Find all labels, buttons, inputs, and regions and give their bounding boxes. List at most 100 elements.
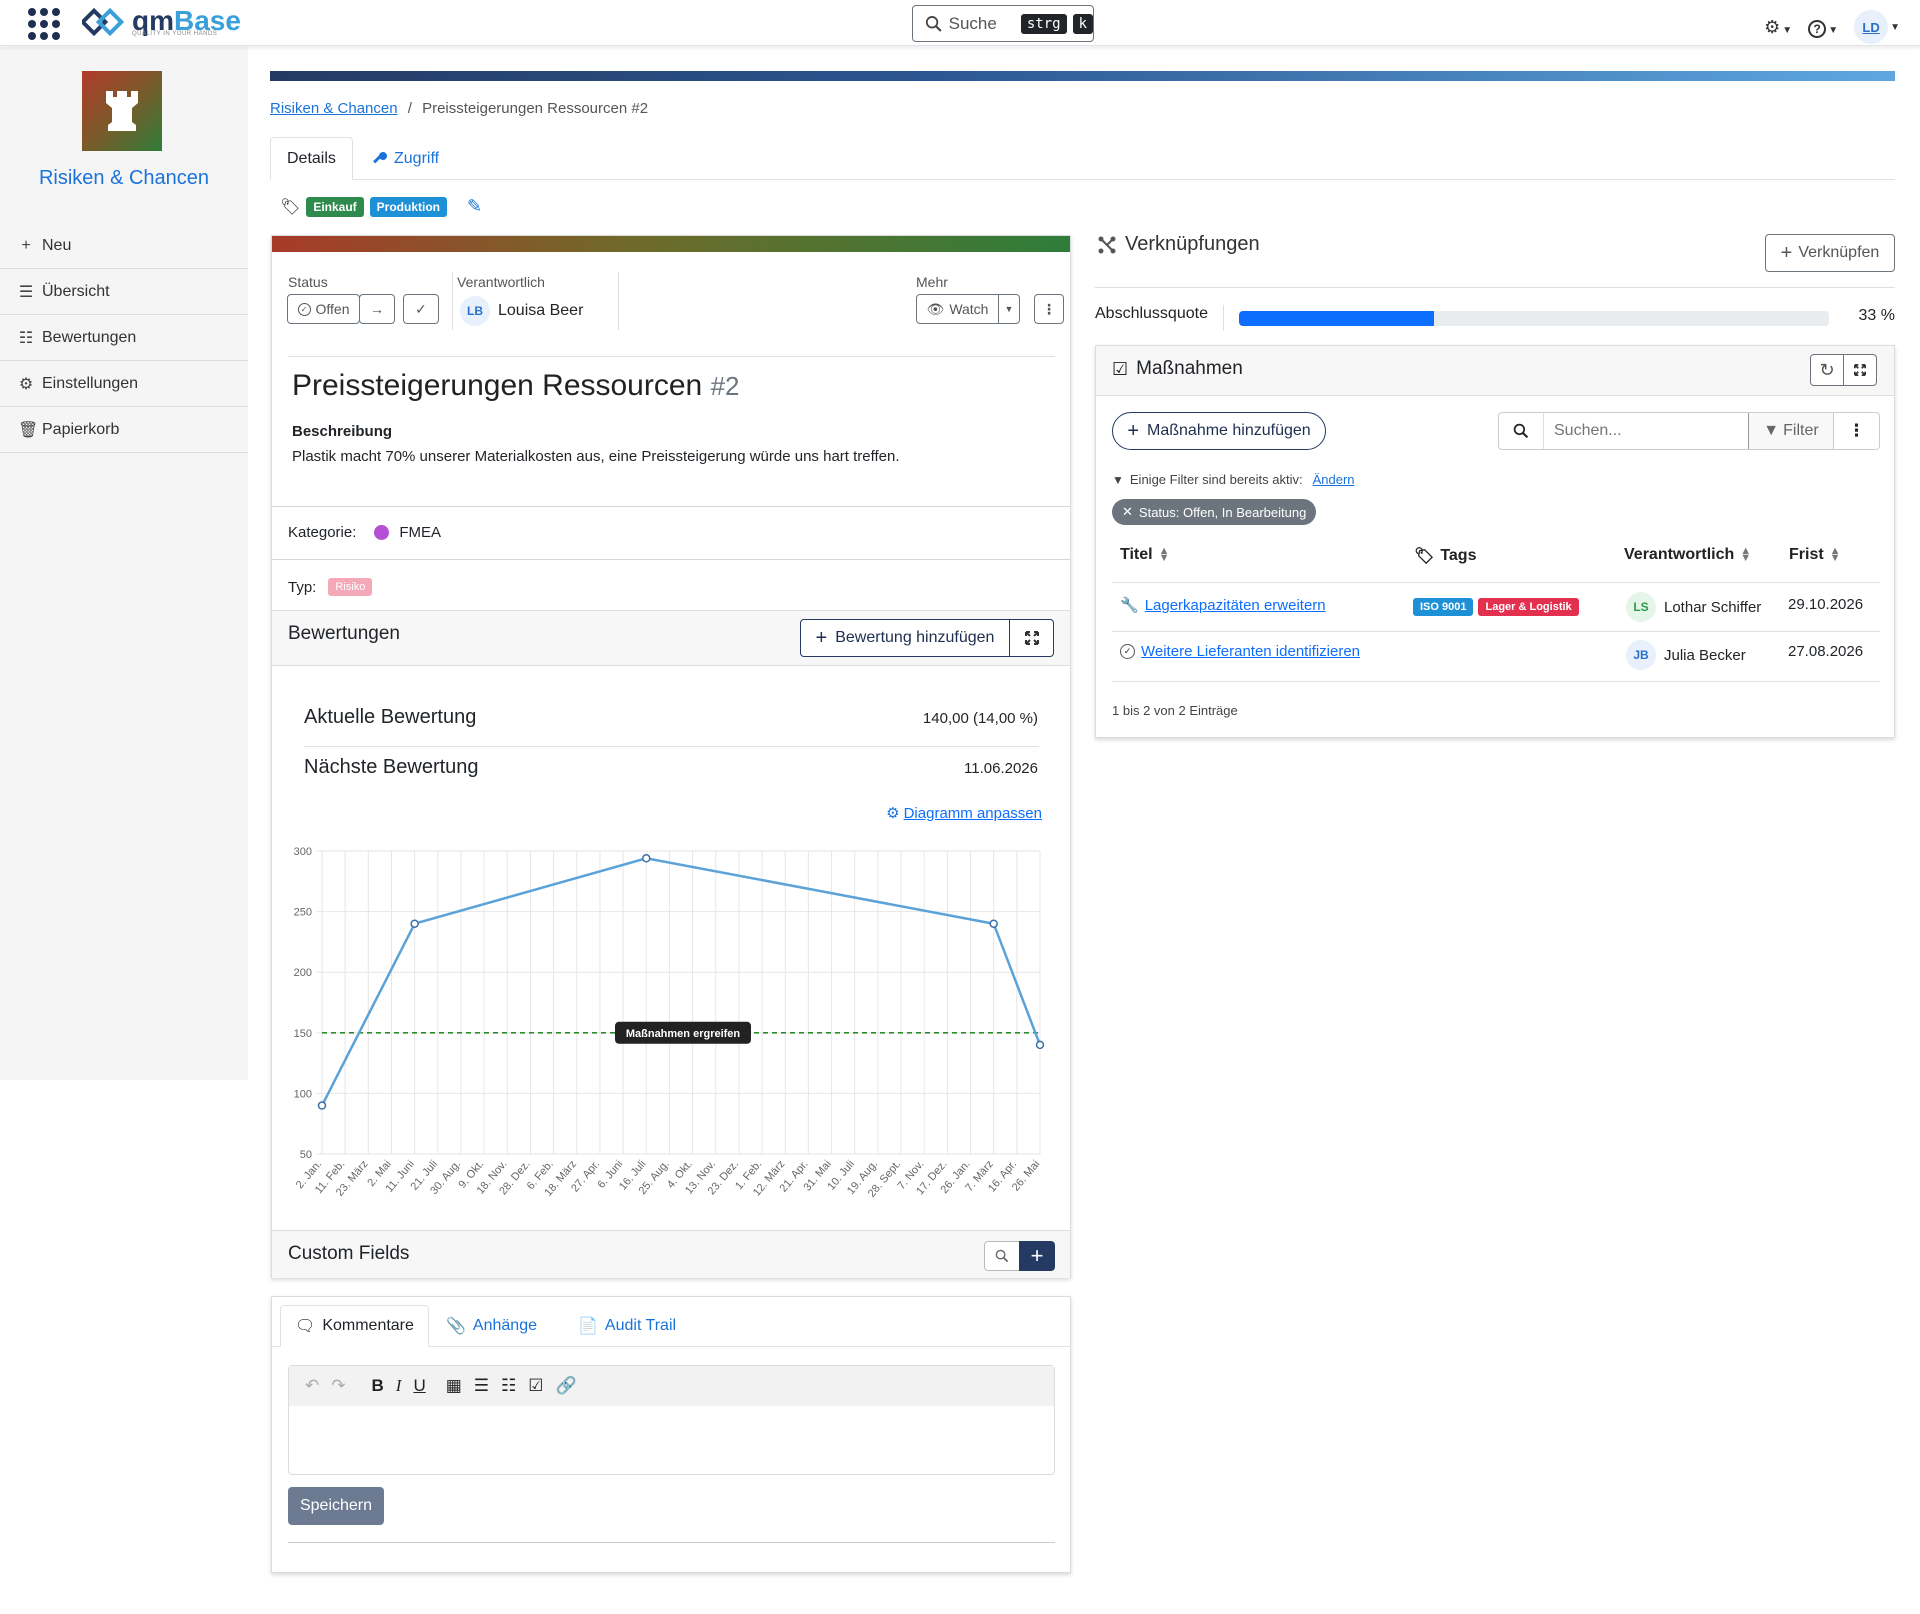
divider <box>272 559 1070 560</box>
tab-details[interactable]: Details <box>270 137 353 180</box>
tab-kommentare[interactable]: 🗨 Kommentare <box>280 1305 429 1347</box>
edit-tags-pencil-icon[interactable]: ✎ <box>467 196 482 217</box>
abschlussquote-label: Abschlussquote <box>1095 305 1208 322</box>
add-massnahme-button[interactable]: + Maßnahme hinzufügen <box>1112 412 1326 450</box>
breadcrumb-separator: / <box>407 100 412 117</box>
add-bewertung-button[interactable]: + Bewertung hinzufügen <box>800 619 1010 657</box>
breadcrumb-parent-link[interactable]: Risiken & Chancen <box>270 100 398 117</box>
refresh-button[interactable]: ↻ <box>1810 354 1844 386</box>
bold-icon[interactable]: B <box>372 1376 384 1396</box>
table-icon[interactable]: ▦ <box>446 1376 462 1396</box>
tab-zugriff[interactable]: Zugriff <box>356 137 455 180</box>
active-filter-chip[interactable]: ✕ Status: Offen, In Bearbeitung <box>1112 499 1317 525</box>
italic-icon[interactable]: I <box>396 1376 402 1396</box>
mehr-label: Mehr <box>916 274 948 290</box>
file-icon: 📄 <box>578 1318 598 1335</box>
sidebar-item-neu[interactable]: + Neu <box>0 223 248 269</box>
sidebar: Risiken & Chancen + Neu ☰ Übersicht ☷ Bewer… <box>0 47 248 1080</box>
massnahme-title-link[interactable]: Lagerkapazitäten erweitern <box>1145 597 1326 614</box>
undo-icon[interactable]: ↶ <box>305 1376 319 1396</box>
verknuepfungen-heading: Verknüpfungen <box>1125 233 1260 255</box>
filter-icon: ▼ <box>1763 422 1780 439</box>
beschreibung-label: Beschreibung <box>292 423 393 440</box>
sidebar-item-uebersicht[interactable]: ☰ Übersicht <box>0 269 248 315</box>
tab-anhaenge[interactable]: 📎 Anhänge <box>432 1305 551 1347</box>
sidebar-item-einstellungen[interactable]: ⚙ Einstellungen <box>0 361 248 407</box>
vertical-divider <box>1223 305 1224 331</box>
row-tags: ISO 9001 Lager & Logistik <box>1413 598 1579 616</box>
comment-text-area[interactable] <box>289 1406 1054 1474</box>
more-options-button[interactable]: ⋮ <box>1034 294 1064 324</box>
status-complete-button[interactable]: ✓ <box>403 294 439 324</box>
status-next-button[interactable]: → <box>359 294 395 324</box>
link-icon[interactable]: 🔗 <box>556 1376 577 1396</box>
massnahmen-search-input[interactable] <box>1544 413 1748 449</box>
massnahme-title-link[interactable]: Weitere Lieferanten identifizieren <box>1141 643 1360 660</box>
filter-change-link[interactable]: Ändern <box>1313 472 1355 487</box>
list-ordered-icon: ☷ <box>18 329 34 347</box>
global-search[interactable]: Suche strg k <box>912 5 1094 42</box>
diagramm-anpassen-text: Diagramm anpassen <box>903 804 1042 822</box>
search-icon <box>995 1249 1009 1263</box>
row-verantwortlich[interactable]: LS Lothar Schiffer <box>1626 592 1761 622</box>
card-color-bar <box>272 236 1070 252</box>
save-button[interactable]: Speichern <box>288 1487 384 1525</box>
avatar: LS <box>1626 592 1656 622</box>
redo-icon[interactable]: ↷ <box>331 1376 345 1396</box>
watch-dropdown-toggle[interactable]: ▼ <box>998 294 1020 324</box>
expand-button[interactable] <box>1009 619 1054 657</box>
checklist-icon[interactable]: ☑ <box>528 1376 543 1396</box>
caret-down-icon: ▼ <box>1782 24 1793 36</box>
tag-iso-9001[interactable]: ISO 9001 <box>1413 598 1474 616</box>
bullet-list-icon[interactable]: ☰ <box>474 1376 489 1396</box>
status-offen-button[interactable]: ✓ Offen <box>287 294 360 324</box>
app-grid-icon[interactable] <box>28 8 60 40</box>
divider <box>1112 631 1880 632</box>
user-menu[interactable]: LD ▼ <box>1854 10 1900 44</box>
col-frist[interactable]: Frist ▲ ▼ <box>1789 546 1841 564</box>
qmbase-logo[interactable]: qmBase QUALITY IN YOUR HANDS <box>82 6 241 40</box>
add-bewertung-label: Bewertung hinzufügen <box>835 629 995 646</box>
editor-toolbar: ↶ ↷ B I U ▦ ☰ ☷ ☑ 🔗 <box>289 1366 1054 1406</box>
tag-einkauf[interactable]: Einkauf <box>306 196 364 217</box>
comment-editor: ↶ ↷ B I U ▦ ☰ ☷ ☑ 🔗 <box>288 1365 1055 1475</box>
settings-menu[interactable]: ⚙ ▼ <box>1764 17 1792 38</box>
custom-fields-search-button[interactable] <box>984 1241 1020 1271</box>
gear-icon: ⚙ <box>886 805 900 822</box>
custom-fields-add-button[interactable]: + <box>1019 1241 1055 1271</box>
sidebar-item-bewertungen[interactable]: ☷ Bewertungen <box>0 315 248 361</box>
typ-badge: Risiko <box>328 578 373 596</box>
status-value: Offen <box>315 301 350 317</box>
help-menu[interactable]: ? ▼ <box>1808 17 1838 38</box>
row-verantwortlich[interactable]: JB Julia Becker <box>1626 640 1746 670</box>
tab-audit-label: Audit Trail <box>604 1317 677 1334</box>
table-row: ✓ Weitere Lieferanten identifizieren <box>1120 643 1360 660</box>
numbered-list-icon[interactable]: ☷ <box>501 1376 516 1396</box>
data-point <box>317 1101 327 1110</box>
help-icon: ? <box>1808 19 1827 38</box>
filter-button[interactable]: ▼ Filter <box>1748 413 1834 449</box>
y-tick-label: 250 <box>294 907 312 919</box>
comments-card: 🗨 Kommentare 📎 Anhänge 📄 Audit Trail ↶ ↷ B … <box>271 1296 1071 1573</box>
tab-audit-trail[interactable]: 📄 Audit Trail <box>564 1305 690 1347</box>
tag-produktion[interactable]: Produktion <box>369 196 447 217</box>
avatar: LB <box>460 296 490 326</box>
sidebar-item-label: Übersicht <box>42 282 110 300</box>
expand-button[interactable] <box>1843 354 1877 386</box>
sidebar-item-papierkorb[interactable]: 🗑 Papierkorb <box>0 407 248 453</box>
verknuepfen-button[interactable]: + Verknüpfen <box>1765 234 1895 272</box>
massnahmen-more-button[interactable]: ⋮ <box>1834 413 1879 449</box>
eye-icon: 👁 <box>926 300 945 317</box>
col-titel[interactable]: Titel ▲ ▼ <box>1120 546 1170 564</box>
diagramm-anpassen-link[interactable]: ⚙ Diagramm anpassen <box>886 804 1042 823</box>
module-title[interactable]: Risiken & Chancen <box>0 167 248 190</box>
verantwortlich-label: Verantwortlich <box>457 274 545 290</box>
verantwortlich-user[interactable]: LB Louisa Beer <box>460 296 583 326</box>
col-verantwortlich[interactable]: Verantwortlich ▲ ▼ <box>1624 546 1751 564</box>
tab-details-label: Details <box>287 149 336 167</box>
underline-icon[interactable]: U <box>413 1376 425 1396</box>
tag-lager-logistik[interactable]: Lager & Logistik <box>1478 598 1579 616</box>
divider <box>1112 582 1880 583</box>
watch-button[interactable]: 👁 Watch <box>916 294 999 324</box>
table-footer-info: 1 bis 2 von 2 Einträge <box>1112 703 1238 718</box>
